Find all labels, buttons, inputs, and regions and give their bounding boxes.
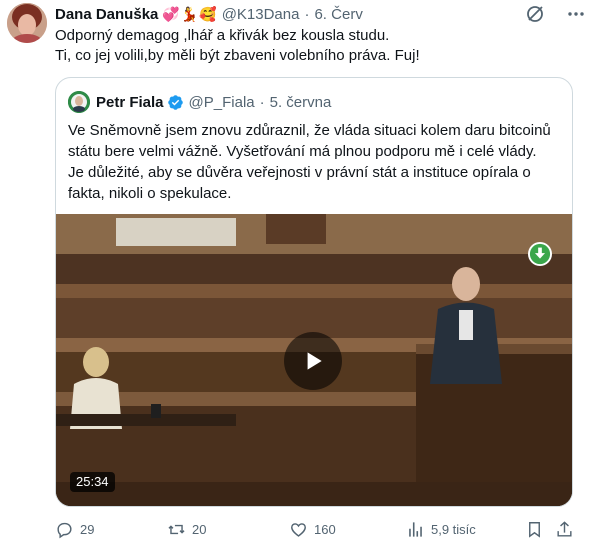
- retweet-icon: [168, 524, 185, 534]
- quote-text-line: Ve Sněmovně jsem znovu zdůraznil, že vlá…: [68, 122, 551, 139]
- quote-text: Ve Sněmovně jsem znovu zdůraznil, že vlá…: [68, 120, 564, 204]
- quote-text-line: státu bere velmi vážně. Vyšetřování má p…: [68, 143, 537, 160]
- download-button[interactable]: [528, 242, 552, 266]
- avatar[interactable]: [7, 3, 47, 43]
- tweet-text-line: Odporný demagog ,lhář a křivák bez kousl…: [55, 27, 390, 44]
- bookmark-icon: [529, 521, 540, 538]
- tweet-date[interactable]: 6. Červ: [314, 6, 362, 23]
- tweet[interactable]: Dana Danuška 💞 💃 🥰 @K13Dana · 6. Červ Od…: [0, 0, 607, 548]
- author-emojis: 💞 💃 🥰: [162, 7, 216, 21]
- share-button[interactable]: [555, 518, 574, 540]
- like-count: 160: [314, 521, 336, 537]
- separator-dot: ·: [259, 93, 265, 111]
- verified-badge-icon: [167, 94, 183, 110]
- bookmark-button[interactable]: [525, 518, 544, 540]
- quote-avatar: [68, 91, 90, 113]
- author-name[interactable]: Dana Danuška: [55, 6, 158, 23]
- play-button[interactable]: [284, 332, 342, 390]
- quote-header: Petr Fiala @P_Fiala · 5. června: [68, 91, 332, 113]
- emoji-hearts: 💞: [162, 6, 180, 22]
- like-button[interactable]: 160: [289, 518, 336, 540]
- video-duration: 25:34: [70, 472, 115, 492]
- retweet-button[interactable]: 20: [167, 518, 206, 540]
- author-handle[interactable]: @K13Dana: [222, 6, 300, 23]
- emoji-smiling-hearts: 🥰: [199, 6, 217, 22]
- reply-icon: [57, 522, 72, 538]
- retweet-count: 20: [192, 521, 207, 537]
- more-icon[interactable]: [565, 4, 587, 24]
- quote-text-line: fakta, nikoli o spekulace.: [68, 185, 232, 202]
- grok-icon[interactable]: [525, 4, 545, 24]
- emoji-dancer: 💃: [180, 6, 199, 22]
- heart-icon: [291, 522, 306, 537]
- quote-author-name[interactable]: Petr Fiala: [96, 94, 164, 111]
- views-count: 5,9 tisíc: [431, 521, 476, 537]
- download-icon: [529, 243, 551, 265]
- play-icon: [307, 352, 322, 370]
- tweet-actions: 29 20 160 5,9 tisíc: [55, 518, 575, 540]
- tweet-text-line: Ti, co jej volili,by měli být zbaveni vo…: [55, 47, 420, 64]
- reply-button[interactable]: 29: [55, 518, 94, 540]
- tweet-text: Odporný demagog ,lhář a křivák bez kousl…: [55, 26, 595, 66]
- views-icon: [409, 521, 422, 537]
- separator-dot: ·: [304, 5, 310, 23]
- quoted-tweet[interactable]: Petr Fiala @P_Fiala · 5. června Ve Sněmo…: [55, 77, 573, 507]
- quote-date[interactable]: 5. června: [270, 94, 332, 111]
- quote-author-handle[interactable]: @P_Fiala: [189, 94, 255, 111]
- quote-text-line: Je důležité, aby se důvěra veřejnosti v …: [68, 164, 531, 181]
- tweet-header: Dana Danuška 💞 💃 🥰 @K13Dana · 6. Červ: [55, 4, 363, 24]
- video-player[interactable]: 25:34: [56, 214, 572, 506]
- reply-count: 29: [80, 521, 95, 537]
- views-button[interactable]: 5,9 tisíc: [406, 518, 476, 540]
- share-icon: [557, 520, 572, 537]
